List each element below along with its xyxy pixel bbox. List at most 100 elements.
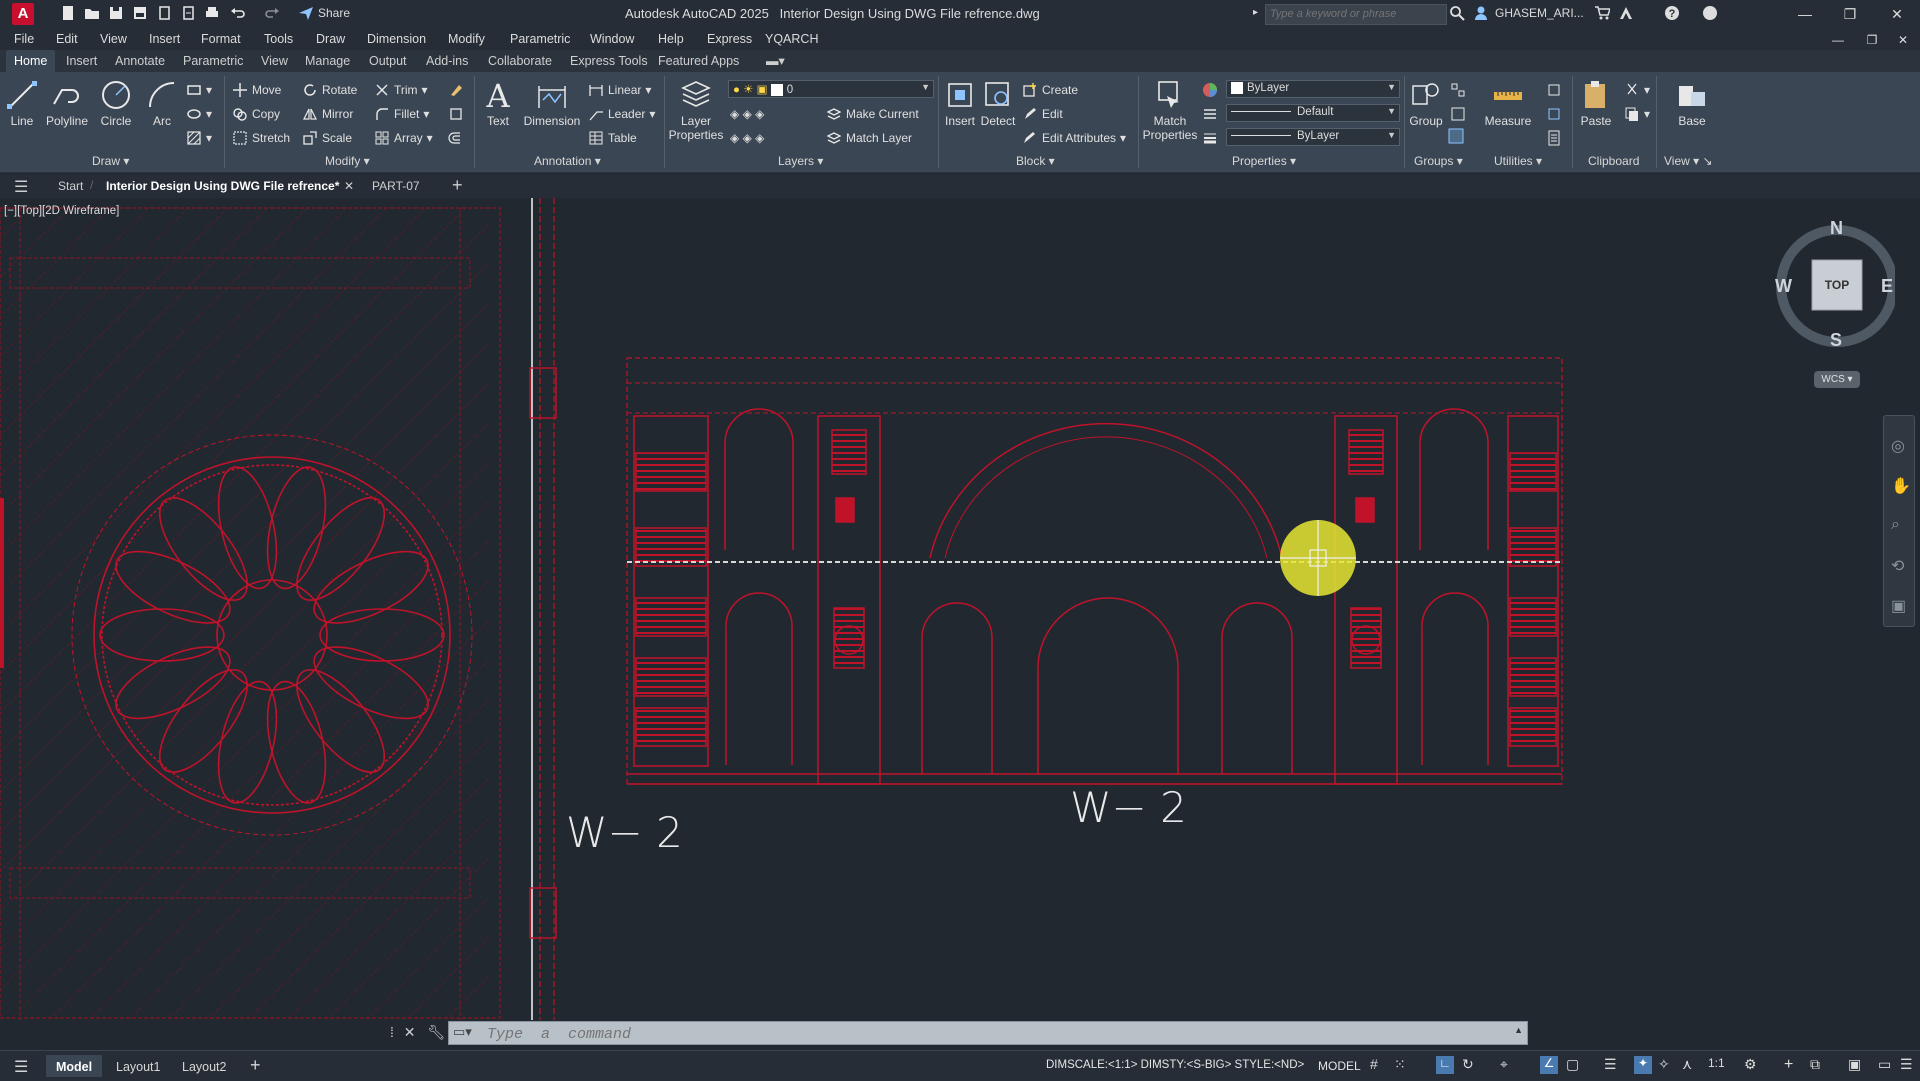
close-button[interactable]: ✕ [1882,4,1912,24]
help-icon[interactable]: ? [1664,5,1680,21]
polar-icon[interactable]: ↻ [1462,1056,1480,1074]
group-button[interactable]: Group [1406,78,1446,128]
leader-button[interactable]: Leader ▾ [588,104,655,124]
new-tab-plus-icon[interactable]: + [452,175,463,196]
utilities-panel-title[interactable]: Utilities ▾ [1494,154,1542,168]
minimize-button[interactable]: — [1790,4,1820,24]
autodesk-a-icon[interactable] [1618,5,1634,21]
annotation-monitor-plus-icon[interactable]: + [1784,1056,1802,1074]
ribbon-minimize-icon[interactable]: ▬▾ [766,53,785,68]
menu-help[interactable]: Help [658,32,684,46]
doc-restore-button[interactable]: ❐ [1857,30,1887,50]
annotation-panel-title[interactable]: Annotation ▾ [534,154,601,168]
tab-part-07[interactable]: PART-07 [372,179,420,193]
compass-west[interactable]: W [1775,276,1792,297]
new-icon[interactable] [60,5,76,21]
menu-dimension[interactable]: Dimension [367,32,426,46]
drawing-canvas[interactable]: W− 2 W− 2 [0,198,1920,1020]
menu-tools[interactable]: Tools [264,32,293,46]
model-space-toggle[interactable]: MODEL [1318,1059,1361,1073]
snap-icon[interactable]: ⁙ [1394,1056,1412,1074]
menu-format[interactable]: Format [201,32,241,46]
quick-select-button[interactable] [1546,80,1562,100]
insert-button[interactable]: Insert [940,78,980,128]
auto-scale-icon[interactable]: ⋏ [1682,1056,1700,1074]
layer-tools-row-1[interactable]: ◈ ◈ ◈ [730,104,764,124]
color-dropdown[interactable]: ByLayer ▼ [1226,80,1400,98]
share-button[interactable]: Share [318,6,350,20]
base-view-button[interactable]: Base [1670,78,1714,128]
edit-block-button[interactable]: Edit [1022,104,1063,124]
cut-button[interactable]: ▾ [1624,80,1650,100]
isodraft-icon[interactable]: ⌖ [1500,1056,1518,1074]
tab-active-drawing[interactable]: Interior Design Using DWG File refrence* [106,179,339,193]
tab-layout2[interactable]: Layout2 [182,1060,226,1074]
open-icon[interactable] [84,5,100,21]
save-as-icon[interactable] [132,5,148,21]
tab-output[interactable]: Output [369,54,407,68]
zoom-icon[interactable]: ⌕ [1891,516,1900,534]
plot-icon[interactable] [204,5,220,21]
ortho-icon[interactable]: ∟ [1436,1056,1454,1074]
modify-panel-title[interactable]: Modify ▾ [325,154,370,168]
menu-view[interactable]: View [100,32,127,46]
menu-draw[interactable]: Draw [316,32,345,46]
redo-icon[interactable] [264,5,280,21]
share-icon[interactable] [298,5,314,21]
viewport-controls[interactable]: [−][Top][2D Wireframe] [4,205,119,217]
maximize-button[interactable]: ❐ [1835,4,1865,24]
lineweight-dropdown[interactable]: ByLayer ▼ [1226,128,1400,146]
ungroup-button[interactable] [1450,80,1466,100]
match-properties-button[interactable]: Match Properties [1142,78,1198,142]
tab-layout1[interactable]: Layout1 [116,1060,160,1074]
lineweight-toggle-icon[interactable]: ☰ [1604,1056,1622,1074]
customize-wrench-icon[interactable]: 🔧︎ [427,1024,445,1040]
mirror-button[interactable]: Mirror [302,104,353,124]
layout-menu-icon[interactable]: ☰ [14,1057,28,1077]
rotate-button[interactable]: Rotate [302,80,357,100]
object-snap-tracking-icon[interactable]: ∠ [1540,1056,1558,1074]
properties-panel-title[interactable]: Properties ▾ [1232,154,1296,168]
tab-insert[interactable]: Insert [66,54,97,68]
erase-button[interactable] [448,80,464,100]
edit-attributes-button[interactable]: Edit Attributes ▾ [1022,128,1126,148]
viewcube[interactable]: N S E W TOP [1775,218,1895,351]
hardware-acceleration-icon[interactable]: ▣ [1848,1056,1866,1074]
expand-arrow-icon[interactable]: ▸ [1253,7,1258,18]
layer-properties-button[interactable]: Layer Properties [668,78,724,142]
offset-button[interactable] [448,128,464,148]
close-command-line-icon[interactable]: ✕ [404,1024,416,1040]
array-button[interactable]: Array ▾ [374,128,433,148]
doc-close-button[interactable]: ✕ [1888,30,1918,50]
detect-button[interactable]: Detect [980,78,1016,128]
menu-window[interactable]: Window [590,32,634,46]
help-search-box[interactable] [1265,4,1447,25]
scale-button[interactable]: Scale [302,128,352,148]
recent-commands-icon[interactable]: ▭▾ [453,1024,472,1040]
rectangle-button[interactable]: ▾ [186,80,212,100]
text-button[interactable]: A Text [480,78,516,128]
user-icon[interactable] [1473,5,1489,21]
view-panel-title[interactable]: View ▾ ↘ [1664,154,1713,168]
line-button[interactable]: Line [4,78,40,128]
linear-button[interactable]: Linear ▾ [588,80,651,100]
circle-button[interactable]: Circle [96,78,136,128]
polyline-button[interactable]: Polyline [44,78,90,128]
block-panel-title[interactable]: Block ▾ [1016,154,1055,168]
search-icon[interactable] [1449,5,1465,21]
doc-minimize-button[interactable]: — [1823,30,1853,50]
search-input[interactable] [1266,5,1444,22]
group-select-button[interactable] [1448,126,1464,146]
save-icon[interactable] [108,5,124,21]
drawing-svg[interactable] [0,198,1920,1020]
calculator-button[interactable] [1546,128,1562,148]
command-input[interactable] [485,1024,1489,1044]
compass-south[interactable]: S [1830,330,1842,351]
layers-panel-title[interactable]: Layers ▾ [778,154,823,168]
menu-parametric[interactable]: Parametric [510,32,570,46]
add-layout-plus-icon[interactable]: + [250,1055,261,1076]
object-snap-icon[interactable]: ▢ [1566,1056,1584,1074]
compass-north[interactable]: N [1830,218,1843,239]
ellipse-button[interactable]: ▾ [186,104,212,124]
tab-close-icon[interactable]: ✕ [344,179,354,193]
